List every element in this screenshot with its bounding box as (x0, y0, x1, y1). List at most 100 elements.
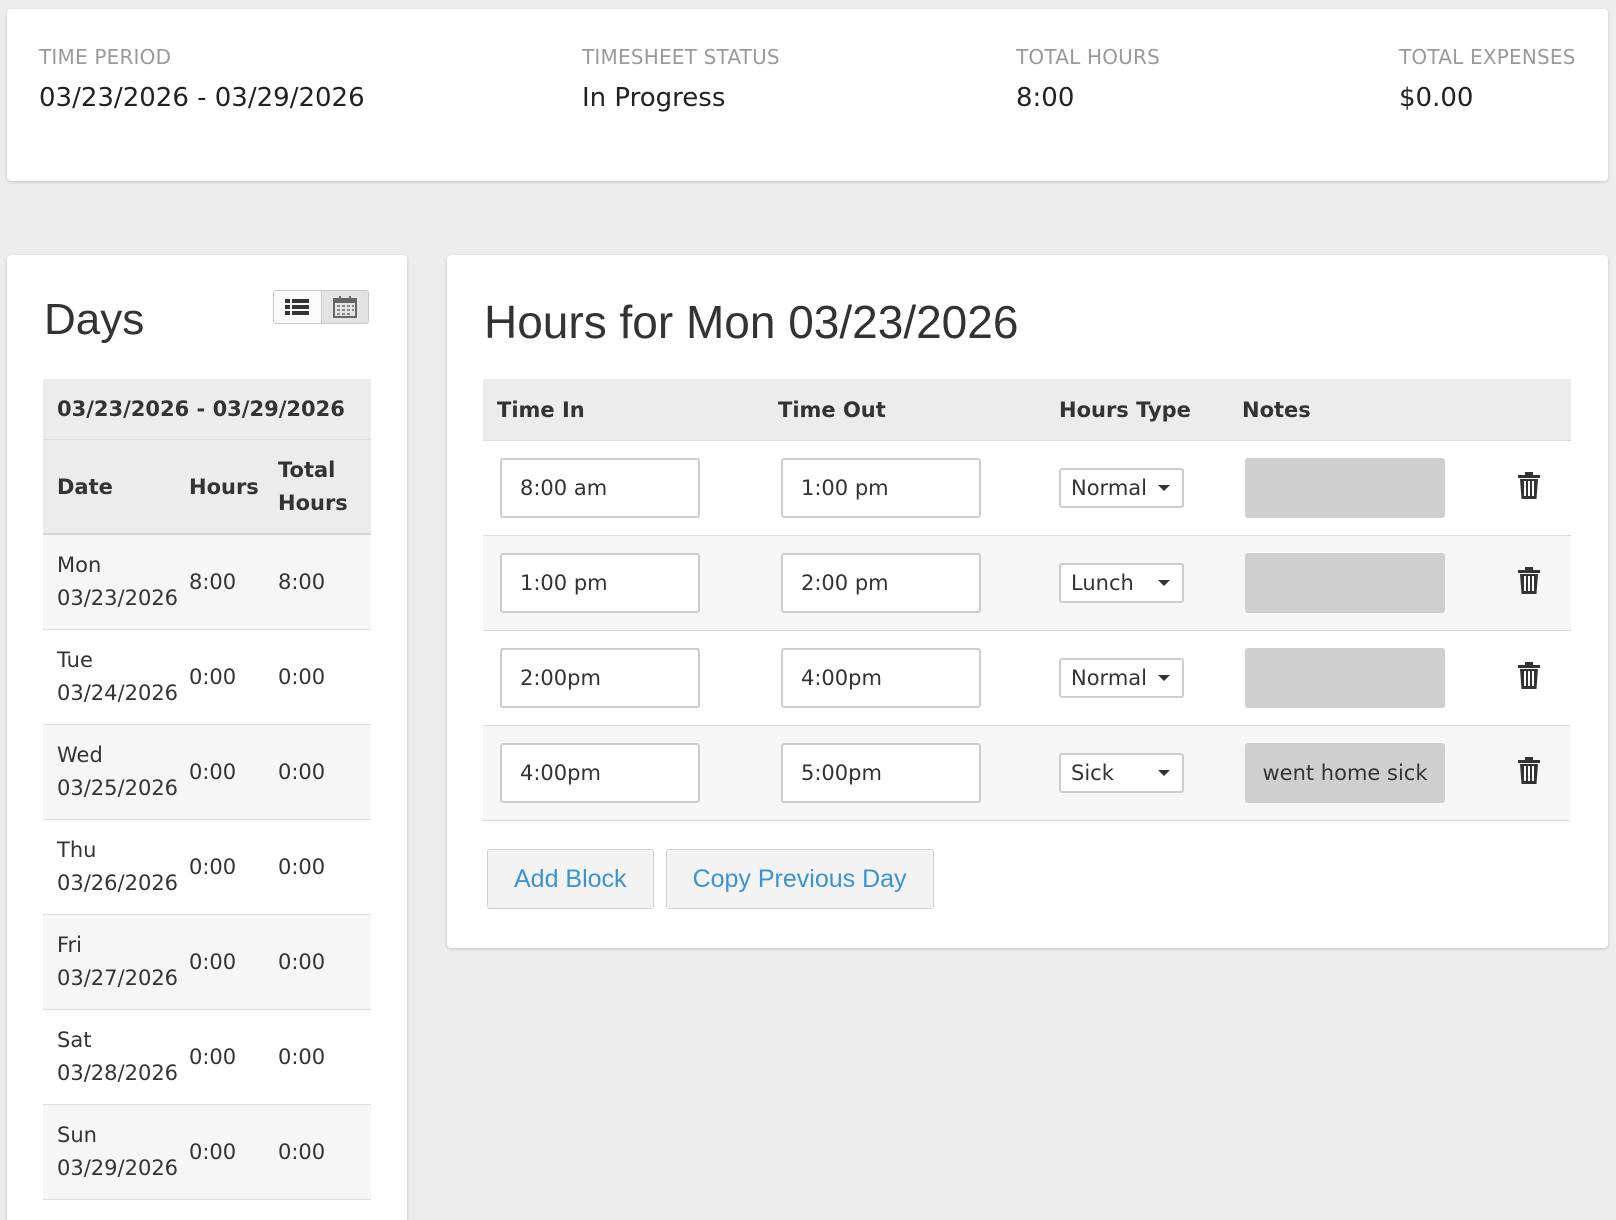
day-date-cell: Sat 03/28/2026 (43, 1024, 189, 1090)
day-date: 03/23/2026 (57, 586, 179, 610)
total-expenses-label: TOTAL EXPENSES (1399, 45, 1576, 69)
timesheet-status-label: TIMESHEET STATUS (582, 45, 780, 69)
day-date-cell: Mon 03/23/2026 (43, 549, 189, 615)
notes-field[interactable] (1245, 458, 1445, 518)
day-name: Wed (57, 743, 103, 767)
hours-table: Time In Time Out Hours Type Notes 8:00 a… (483, 379, 1571, 821)
hours-type-value: Normal (1071, 476, 1147, 500)
trash-icon (1518, 757, 1540, 784)
notes-field[interactable]: went home sick (1245, 743, 1445, 803)
delete-block-button[interactable] (1517, 757, 1541, 789)
day-name: Thu (57, 838, 97, 862)
caret-down-icon (1158, 770, 1170, 776)
time-in-input[interactable]: 2:00pm (500, 648, 700, 708)
time-out-input[interactable]: 5:00pm (781, 743, 981, 803)
hours-type-value: Sick (1071, 761, 1114, 785)
total-hours-header-line2: Hours (278, 490, 348, 515)
day-date-cell: Tue 03/24/2026 (43, 644, 189, 710)
total-expenses: TOTAL EXPENSES $0.00 (1399, 45, 1576, 113)
day-name: Tue (57, 648, 93, 672)
time-block-row: 8:00 am 1:00 pm Normal (483, 441, 1571, 536)
list-view-button[interactable] (274, 291, 321, 323)
day-total-hours: 0:00 (278, 949, 326, 974)
time-in-header: Time In (497, 397, 585, 422)
trash-icon (1518, 567, 1540, 594)
day-row-tue[interactable]: Tue 03/24/2026 0:00 0:00 (43, 630, 371, 725)
day-date: 03/29/2026 (57, 1156, 179, 1180)
calendar-icon (332, 296, 357, 318)
notes-field[interactable] (1245, 648, 1445, 708)
trash-icon (1518, 662, 1540, 689)
day-row-thu[interactable]: Thu 03/26/2026 0:00 0:00 (43, 820, 371, 915)
day-name: Fri (57, 933, 83, 957)
hours-panel: Hours for Mon 03/23/2026 Time In Time Ou… (447, 255, 1608, 948)
day-date-cell: Fri 03/27/2026 (43, 929, 189, 995)
date-column-header: Date (57, 474, 113, 499)
copy-previous-day-button[interactable]: Copy Previous Day (665, 849, 934, 909)
day-row-sun[interactable]: Sun 03/29/2026 0:00 0:00 (43, 1105, 371, 1200)
day-hours: 0:00 (189, 760, 237, 784)
day-name: Sun (57, 1123, 97, 1147)
time-in-input[interactable]: 8:00 am (500, 458, 700, 518)
day-hours: 0:00 (189, 855, 237, 879)
notes-header: Notes (1242, 397, 1311, 422)
caret-down-icon (1158, 485, 1170, 491)
day-row-mon[interactable]: Mon 03/23/2026 8:00 8:00 (43, 535, 371, 630)
day-date-cell: Sun 03/29/2026 (43, 1119, 189, 1185)
days-table-header: Date Hours Total Hours (43, 440, 371, 535)
time-block-row: 4:00pm 5:00pm Sick went home sick (483, 726, 1571, 821)
days-table: 03/23/2026 - 03/29/2026 Date Hours Total… (43, 379, 371, 1200)
time-in-input[interactable]: 1:00 pm (500, 553, 700, 613)
timesheet-status-value: In Progress (582, 83, 726, 113)
caret-down-icon (1158, 580, 1170, 586)
delete-block-button[interactable] (1517, 472, 1541, 504)
day-row-fri[interactable]: Fri 03/27/2026 0:00 0:00 (43, 915, 371, 1010)
day-date-cell: Thu 03/26/2026 (43, 834, 189, 900)
day-date: 03/26/2026 (57, 871, 179, 895)
day-name: Mon (57, 553, 102, 577)
day-hours: 0:00 (189, 1140, 237, 1164)
day-hours: 8:00 (189, 570, 237, 594)
hours-type-select[interactable]: Sick (1059, 753, 1184, 793)
caret-down-icon (1158, 675, 1170, 681)
time-period-value: 03/23/2026 - 03/29/2026 (39, 83, 365, 113)
day-name: Sat (57, 1028, 92, 1052)
delete-block-button[interactable] (1517, 567, 1541, 599)
time-out-input[interactable]: 1:00 pm (781, 458, 981, 518)
total-hours-label: TOTAL HOURS (1016, 45, 1161, 69)
day-total-hours: 8:00 (278, 569, 326, 594)
time-block-row: 1:00 pm 2:00 pm Lunch (483, 536, 1571, 631)
hours-column-header: Hours (189, 474, 259, 499)
timesheet-status: TIMESHEET STATUS In Progress (582, 45, 780, 113)
day-hours: 0:00 (189, 665, 237, 689)
hours-type-select[interactable]: Normal (1059, 468, 1184, 508)
total-expenses-value: $0.00 (1399, 83, 1474, 113)
day-date: 03/25/2026 (57, 776, 179, 800)
day-date: 03/27/2026 (57, 966, 179, 990)
day-row-sat[interactable]: Sat 03/28/2026 0:00 0:00 (43, 1010, 371, 1105)
hours-type-value: Normal (1071, 666, 1147, 690)
time-out-input[interactable]: 2:00 pm (781, 553, 981, 613)
hours-table-header: Time In Time Out Hours Type Notes (483, 379, 1571, 441)
delete-block-button[interactable] (1517, 662, 1541, 694)
hours-type-select[interactable]: Lunch (1059, 563, 1184, 603)
day-date: 03/24/2026 (57, 681, 179, 705)
time-period-label: TIME PERIOD (39, 45, 172, 69)
hours-type-select[interactable]: Normal (1059, 658, 1184, 698)
time-out-input[interactable]: 4:00pm (781, 648, 981, 708)
calendar-view-button[interactable] (320, 291, 368, 323)
days-panel: Days 03/23/2026 - 03/29/2026 Date Hours … (7, 255, 407, 1220)
day-date: 03/28/2026 (57, 1061, 179, 1085)
total-hours-header-line1: Total (278, 457, 336, 482)
hours-title: Hours for Mon 03/23/2026 (484, 296, 1019, 348)
time-out-header: Time Out (778, 397, 886, 422)
total-hours-value: 8:00 (1016, 83, 1075, 113)
add-block-button[interactable]: Add Block (487, 849, 654, 909)
time-in-input[interactable]: 4:00pm (500, 743, 700, 803)
total-hours-column-header: Total Hours (278, 454, 371, 520)
day-row-wed[interactable]: Wed 03/25/2026 0:00 0:00 (43, 725, 371, 820)
block-actions: Add Block Copy Previous Day (487, 849, 934, 909)
day-total-hours: 0:00 (278, 1139, 326, 1164)
notes-field[interactable] (1245, 553, 1445, 613)
view-toggle (273, 290, 369, 324)
